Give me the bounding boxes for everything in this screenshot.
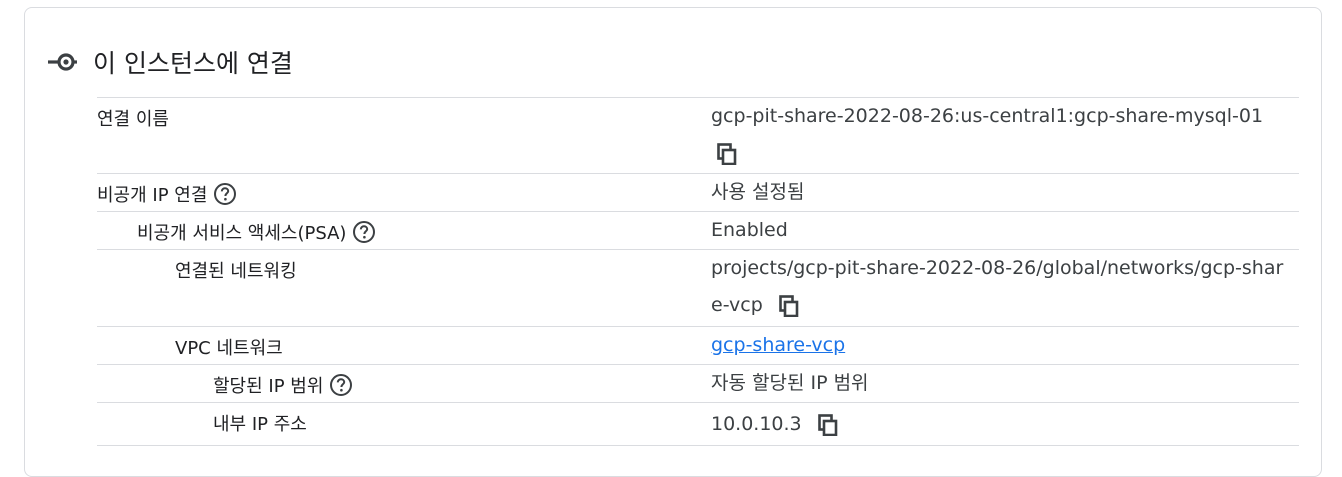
row-label: 비공개 IP 연결 — [97, 181, 237, 207]
section-title: 이 인스턴스에 연결 — [93, 49, 293, 78]
row-label: 할당된 IP 범위 — [213, 372, 353, 398]
row-value: gcp-share-vcp — [711, 327, 1286, 363]
row-value: 사용 설정됨 — [711, 181, 805, 203]
table-row-psa: 비공개 서비스 액세스(PSA) Enabled — [97, 211, 1299, 249]
row-value: projects/gcp-pit-share-2022-08-26/global… — [711, 250, 1286, 324]
connect-icon — [47, 46, 79, 78]
copy-icon[interactable] — [817, 412, 838, 436]
card-header: 이 인스턴스에 연결 — [47, 42, 293, 82]
row-label: 연결된 네트워킹 — [175, 261, 297, 282]
copy-icon[interactable] — [717, 141, 737, 165]
table-row-internal-ip: 내부 IP 주소 10.0.10.3 — [97, 402, 1299, 446]
connect-instance-card: 이 인스턴스에 연결 연결 이름 gcp-pit-share-2022-08-2… — [24, 7, 1322, 477]
help-icon[interactable] — [329, 373, 353, 397]
vpc-network-link[interactable]: gcp-share-vcp — [711, 334, 845, 356]
copy-icon[interactable] — [779, 293, 799, 317]
row-label: 내부 IP 주소 — [213, 414, 307, 435]
row-value: gcp-pit-share-2022-08-26:us-central1:gcp… — [711, 98, 1286, 172]
table-row-vpc-network: VPC 네트워크 gcp-share-vcp — [97, 326, 1299, 364]
connection-name-value: gcp-pit-share-2022-08-26:us-central1:gcp… — [711, 105, 1264, 127]
row-label: 비공개 서비스 액세스(PSA) — [137, 219, 376, 245]
connection-details-table: 연결 이름 gcp-pit-share-2022-08-26:us-centra… — [97, 97, 1299, 446]
table-row-connection-name: 연결 이름 gcp-pit-share-2022-08-26:us-centra… — [97, 97, 1299, 173]
row-value: 자동 할당된 IP 범위 — [711, 372, 869, 394]
table-row-connected-networking: 연결된 네트워킹 projects/gcp-pit-share-2022-08-… — [97, 249, 1299, 326]
help-icon[interactable] — [213, 182, 237, 206]
row-value: 10.0.10.3 — [711, 406, 1286, 442]
table-row-allocated-ip-range: 할당된 IP 범위 자동 할당된 IP 범위 — [97, 364, 1299, 402]
table-row-private-ip: 비공개 IP 연결 사용 설정됨 — [97, 173, 1299, 211]
row-label-text: 비공개 서비스 액세스(PSA) — [137, 223, 347, 244]
row-label-text: 할당된 IP 범위 — [213, 376, 324, 397]
help-icon[interactable] — [352, 220, 376, 244]
row-label: VPC 네트워크 — [175, 338, 283, 359]
internal-ip-value: 10.0.10.3 — [711, 413, 802, 435]
row-label: 연결 이름 — [97, 109, 169, 130]
row-value: Enabled — [711, 219, 788, 241]
row-label-text: 비공개 IP 연결 — [97, 185, 208, 206]
